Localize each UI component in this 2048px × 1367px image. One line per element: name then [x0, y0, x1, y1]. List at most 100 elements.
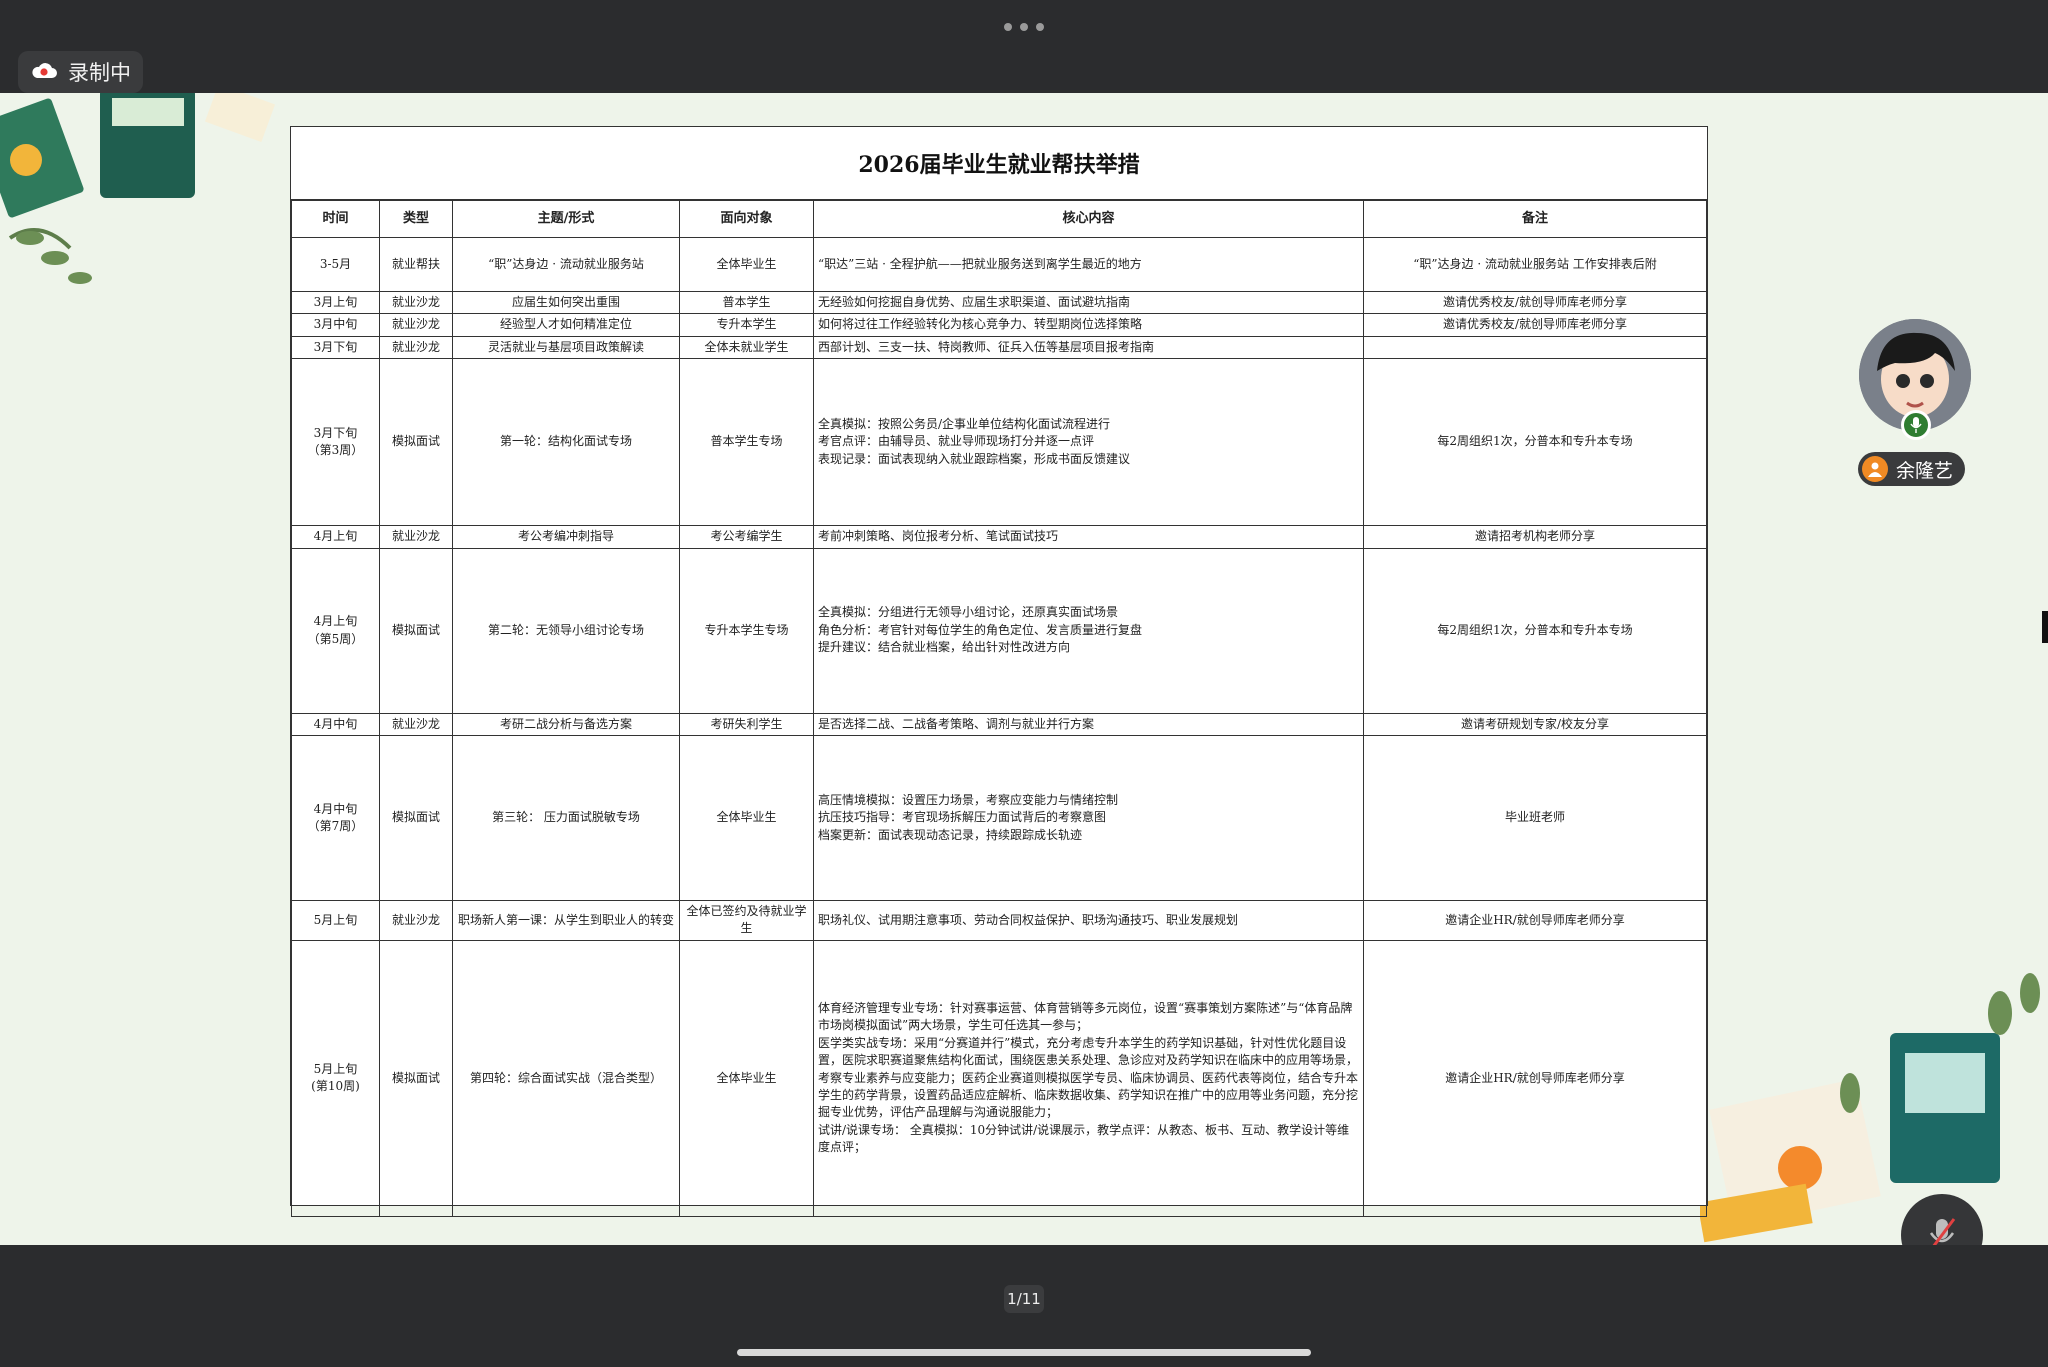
cell-topic: “职”达身边 · 流动就业服务站: [452, 237, 680, 292]
cell-target: 全体毕业生: [679, 734, 814, 901]
cell-note: 邀请企业HR/就创导师库老师分享: [1363, 939, 1707, 1217]
participant-name: 余隆艺: [1896, 459, 1954, 482]
cell-topic: 第一轮：结构化面试专场: [452, 358, 680, 527]
table-row: 5月上旬 就业沙龙 职场新人第一课：从学生到职业人的转变 全体已签约及待就业学生…: [291, 899, 1707, 941]
header-target: 面向对象: [679, 200, 814, 238]
cell-content: 职场礼仪、试用期注意事项、劳动合同权益保护、职场沟通技巧、职业发展规划: [813, 899, 1364, 941]
cell-type: 就业沙龙: [379, 525, 453, 549]
top-bar: 录制中: [0, 0, 2048, 93]
cell-target: 专升本学生: [679, 313, 814, 337]
cell-type: 就业沙龙: [379, 335, 453, 360]
cell-topic: 考研二战分析与备选方案: [452, 712, 680, 736]
header-time: 时间: [291, 200, 380, 238]
cell-topic: 第四轮：综合面试实战（混合类型）: [452, 939, 680, 1217]
cell-topic: 第三轮： 压力面试脱敏专场: [452, 734, 680, 901]
cell-type: 模拟面试: [379, 358, 453, 527]
slide-page: 2026届毕业生就业帮扶举措 时间 类型 主题/形式 面向对象 核心内容 备注 …: [290, 126, 1708, 1217]
cell-time: 3月下旬: [291, 335, 380, 360]
person-icon: [1862, 456, 1888, 482]
table-row: 3-5月 就业帮扶 “职”达身边 · 流动就业服务站 全体毕业生 “职达”三站 …: [291, 237, 1707, 292]
cell-content: 考前冲刺策略、岗位报考分析、笔试面试技巧: [813, 525, 1364, 549]
cell-time: 4月中旬 （第7周）: [291, 734, 380, 901]
cell-note: 每2周组织1次，分普本和专升本专场: [1363, 547, 1707, 714]
cell-content: 全真模拟：分组进行无领导小组讨论，还原真实面试场景 角色分析：考官针对每位学生的…: [813, 547, 1364, 714]
cell-note: 邀请企业HR/就创导师库老师分享: [1363, 899, 1707, 941]
cell-content: 高压情境模拟：设置压力场景，考察应变能力与情绪控制 抗压技巧指导：考官现场拆解压…: [813, 734, 1364, 901]
cell-target: 考研失利学生: [679, 712, 814, 736]
cell-type: 模拟面试: [379, 547, 453, 714]
cell-content: “职达”三站 · 全程护航——把就业服务送到离学生最近的地方: [813, 237, 1364, 292]
shared-screen-area: 2026届毕业生就业帮扶举措 时间 类型 主题/形式 面向对象 核心内容 备注 …: [0, 93, 2048, 1245]
header-type: 类型: [379, 200, 453, 238]
cell-type: 就业沙龙: [379, 290, 453, 315]
cell-time: 4月中旬: [291, 712, 380, 736]
cell-target: 考公考编学生: [679, 525, 814, 549]
cell-type: 模拟面试: [379, 939, 453, 1217]
cell-type: 就业沙龙: [379, 712, 453, 736]
cell-content: 如何将过往工作经验转化为核心竞争力、转型期岗位选择策略: [813, 313, 1364, 337]
cell-note: 每2周组织1次，分普本和专升本专场: [1363, 358, 1707, 527]
cell-time: 5月上旬: [291, 899, 380, 941]
table-row: 4月上旬 就业沙龙 考公考编冲刺指导 考公考编学生 考前冲刺策略、岗位报考分析、…: [291, 525, 1707, 549]
recording-label: 录制中: [68, 61, 131, 85]
cell-time: 3月上旬: [291, 290, 380, 315]
cell-topic: 考公考编冲刺指导: [452, 525, 680, 549]
header-topic: 主题/形式: [452, 200, 680, 238]
cell-target: 全体毕业生: [679, 237, 814, 292]
table-row: 5月上旬 (第10周) 模拟面试 第四轮：综合面试实战（混合类型） 全体毕业生 …: [291, 939, 1707, 1217]
cell-time: 5月上旬 (第10周): [291, 939, 380, 1217]
cell-topic: 应届生如何突出重围: [452, 290, 680, 315]
book-decoration-left: [0, 93, 276, 284]
header-content: 核心内容: [813, 200, 1364, 238]
cloud-record-icon: [30, 60, 58, 85]
cell-content: 体育经济管理专业专场：针对赛事运营、体育营销等多元岗位，设置“赛事策划方案陈述”…: [813, 939, 1364, 1217]
cell-type: 就业帮扶: [379, 237, 453, 292]
cell-time: 3-5月: [291, 237, 380, 292]
page-indicator: 1/11: [1004, 1285, 1044, 1313]
cell-note: 邀请优秀校友/就创导师库老师分享: [1363, 290, 1707, 315]
cell-time: 3月中旬: [291, 313, 380, 337]
cell-note: 邀请招考机构老师分享: [1363, 525, 1707, 549]
cell-target: 专升本学生专场: [679, 547, 814, 714]
cell-topic: 职场新人第一课：从学生到职业人的转变: [452, 899, 680, 941]
cell-target: 全体未就业学生: [679, 335, 814, 360]
table-row: 4月上旬 （第5周） 模拟面试 第二轮：无领导小组讨论专场 专升本学生专场 全真…: [291, 547, 1707, 714]
cell-note: [1363, 335, 1707, 360]
table-row: 3月中旬 就业沙龙 经验型人才如何精准定位 专升本学生 如何将过往工作经验转化为…: [291, 313, 1707, 337]
cell-content: 全真模拟：按照公务员/企事业单位结构化面试流程进行 考官点评：由辅导员、就业导师…: [813, 358, 1364, 527]
table-row: 4月中旬 就业沙龙 考研二战分析与备选方案 考研失利学生 是否选择二战、二战备考…: [291, 712, 1707, 736]
cell-type: 就业沙龙: [379, 313, 453, 337]
cell-type: 就业沙龙: [379, 899, 453, 941]
cell-target: 普本学生专场: [679, 358, 814, 527]
cell-time: 3月下旬 （第3周）: [291, 358, 380, 527]
more-dots-icon[interactable]: [1000, 20, 1048, 34]
cell-note: 邀请考研规划专家/校友分享: [1363, 712, 1707, 736]
table-row: 3月下旬 就业沙龙 灵活就业与基层项目政策解读 全体未就业学生 西部计划、三支一…: [291, 335, 1707, 360]
cell-content: 西部计划、三支一扶、特岗教师、征兵入伍等基层项目报考指南: [813, 335, 1364, 360]
cell-time: 4月上旬: [291, 525, 380, 549]
cell-target: 全体毕业生: [679, 939, 814, 1217]
book-decoration-right: [1700, 973, 2040, 1243]
cell-note: “职”达身边 · 流动就业服务站 工作安排表后附: [1363, 237, 1707, 292]
side-handle[interactable]: [2042, 611, 2048, 643]
slide-title: 2026届毕业生就业帮扶举措: [291, 127, 1707, 200]
cell-topic: 第二轮：无领导小组讨论专场: [452, 547, 680, 714]
participant-name-tag[interactable]: 余隆艺: [1858, 452, 1966, 486]
cell-topic: 经验型人才如何精准定位: [452, 313, 680, 337]
table-row: 3月下旬 （第3周） 模拟面试 第一轮：结构化面试专场 普本学生专场 全真模拟：…: [291, 358, 1707, 527]
cell-note: 毕业班老师: [1363, 734, 1707, 901]
cell-target: 全体已签约及待就业学生: [679, 899, 814, 941]
home-indicator[interactable]: [737, 1349, 1311, 1356]
table-row: 4月中旬 （第7周） 模拟面试 第三轮： 压力面试脱敏专场 全体毕业生 高压情境…: [291, 734, 1707, 901]
recording-indicator[interactable]: 录制中: [18, 51, 143, 93]
cell-note: 邀请优秀校友/就创导师库老师分享: [1363, 313, 1707, 337]
table-row: 3月上旬 就业沙龙 应届生如何突出重围 普本学生 无经验如何挖掘自身优势、应届生…: [291, 290, 1707, 315]
cell-type: 模拟面试: [379, 734, 453, 901]
mic-icon: [1901, 410, 1931, 440]
cell-content: 是否选择二战、二战备考策略、调剂与就业并行方案: [813, 712, 1364, 736]
cell-topic: 灵活就业与基层项目政策解读: [452, 335, 680, 360]
cell-time: 4月上旬 （第5周）: [291, 547, 380, 714]
header-note: 备注: [1363, 200, 1707, 238]
measures-table: 时间 类型 主题/形式 面向对象 核心内容 备注 3-5月 就业帮扶 “职”达身…: [291, 200, 1707, 1217]
cell-target: 普本学生: [679, 290, 814, 315]
